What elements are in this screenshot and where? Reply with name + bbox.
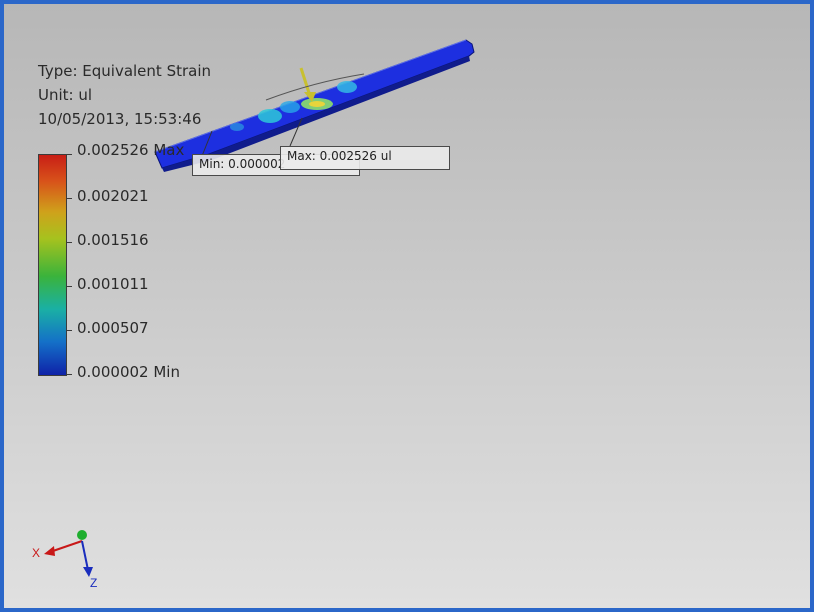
strain-hotspot bbox=[258, 109, 282, 123]
color-legend-bar bbox=[38, 154, 67, 376]
legend-tick bbox=[67, 242, 72, 243]
z-axis-line bbox=[81, 540, 89, 571]
model-scene[interactable]: X Z bbox=[4, 4, 814, 612]
x-axis-label: X bbox=[32, 546, 40, 560]
timestamp-label: 10/05/2013, 15:53:46 bbox=[38, 110, 202, 128]
z-axis-label: Z bbox=[90, 576, 97, 590]
legend-label: 0.000507 bbox=[77, 319, 149, 337]
legend-label: 0.001011 bbox=[77, 275, 149, 293]
max-probe-callout[interactable]: Max: 0.002526 ul bbox=[280, 146, 450, 170]
x-axis-arrow bbox=[44, 546, 55, 556]
legend-tick bbox=[67, 374, 72, 375]
legend-label-min: 0.000002 Min bbox=[77, 363, 180, 381]
graphics-viewport[interactable]: X Z Type: Equivalent Strain Unit: ul 10/… bbox=[0, 0, 814, 612]
load-arrow bbox=[299, 67, 312, 97]
view-triad[interactable]: X Z bbox=[32, 530, 97, 590]
unit-label: Unit: ul bbox=[38, 86, 93, 104]
legend-tick bbox=[67, 286, 72, 287]
strain-hotspot bbox=[280, 101, 300, 113]
strain-hotspot bbox=[337, 81, 357, 93]
result-type-label: Type: Equivalent Strain bbox=[38, 62, 212, 80]
legend-label: 0.002021 bbox=[77, 187, 149, 205]
y-axis-dot bbox=[77, 530, 87, 540]
legend-tick bbox=[67, 198, 72, 199]
legend-tick bbox=[67, 154, 72, 155]
legend-tick bbox=[67, 330, 72, 331]
strain-hotspot bbox=[309, 101, 325, 107]
legend-label: 0.001516 bbox=[77, 231, 149, 249]
x-axis-line bbox=[49, 540, 83, 553]
strain-hotspot bbox=[230, 123, 244, 131]
legend-label-max: 0.002526 Max bbox=[77, 141, 185, 159]
